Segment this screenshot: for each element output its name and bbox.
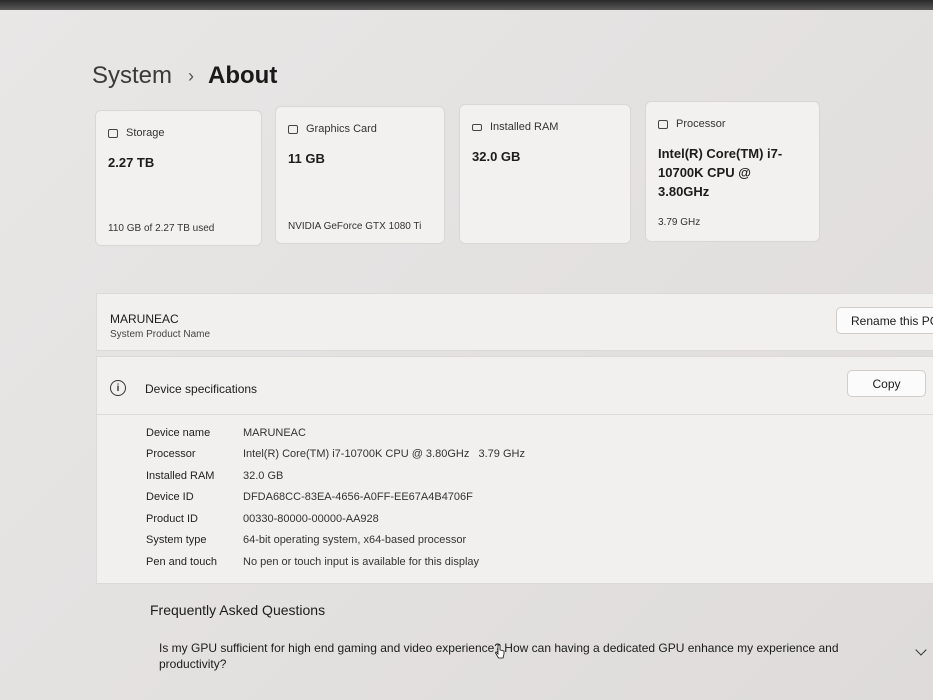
spec-value: Intel(R) Core(TM) i7-10700K CPU @ 3.80GH… — [243, 448, 525, 460]
processor-label: Processor — [676, 118, 726, 130]
graphics-value: 11 GB — [288, 151, 325, 166]
device-specs-panel: i Device specifications Device name MARU… — [96, 356, 933, 584]
spec-value: DFDA68CC-83EA-4656-A0FF-EE67A4B4706F — [243, 491, 473, 503]
spec-value: MARUNEAC — [243, 427, 306, 439]
graphics-model: NVIDIA GeForce GTX 1080 Ti — [288, 221, 422, 232]
faq-title: Frequently Asked Questions — [150, 602, 326, 618]
spec-value: No pen or touch input is available for t… — [243, 556, 480, 568]
device-name: MARUNEAC — [110, 312, 179, 326]
processor-speed: 3.79 GHz — [658, 217, 701, 228]
divider — [97, 414, 933, 415]
spec-label: Processor — [146, 448, 196, 460]
spec-label: Installed RAM — [146, 470, 215, 482]
graphics-label: Graphics Card — [306, 123, 377, 135]
storage-icon — [108, 128, 118, 138]
spec-value: 32.0 GB — [243, 470, 284, 482]
spec-label: System type — [146, 534, 207, 546]
device-product-name: System Product Name — [110, 329, 211, 340]
graphics-card-icon — [288, 124, 298, 134]
graphics-card: Graphics Card 11 GB NVIDIA GeForce GTX 1… — [275, 106, 445, 244]
device-specs-title: Device specifications — [145, 382, 258, 396]
ram-value: 32.0 GB — [472, 149, 521, 164]
chevron-down-icon[interactable] — [915, 644, 927, 656]
spec-value: 64-bit operating system, x64-based proce… — [243, 534, 467, 546]
spec-label: Device name — [146, 427, 211, 439]
spec-value: 00330-80000-00000-AA928 — [243, 513, 379, 525]
spec-label: Pen and touch — [146, 556, 217, 568]
processor-card: Processor Intel(R) Core(TM) i7-10700K CP… — [645, 101, 820, 242]
ram-label: Installed RAM — [490, 121, 559, 133]
copy-button[interactable]: Copy — [847, 370, 926, 397]
spec-label: Device ID — [146, 491, 194, 503]
storage-card: Storage 2.27 TB 110 GB of 2.27 TB used — [95, 110, 262, 246]
screen-bezel — [0, 0, 933, 10]
device-name-panel: MARUNEAC System Product Name — [96, 293, 933, 351]
storage-value: 2.27 TB — [108, 155, 155, 170]
info-icon: i — [110, 380, 126, 396]
storage-usage: 110 GB of 2.27 TB used — [108, 223, 215, 234]
processor-icon — [658, 119, 668, 129]
mouse-cursor-icon — [495, 644, 505, 659]
breadcrumb-separator: › — [188, 65, 195, 86]
breadcrumb: System › About — [92, 62, 277, 90]
faq-question[interactable]: Is my GPU sufficient for high end gaming… — [159, 640, 904, 672]
storage-label: Storage — [126, 127, 165, 139]
breadcrumb-system[interactable]: System — [92, 62, 172, 90]
ram-card: Installed RAM 32.0 GB — [459, 104, 631, 244]
ram-icon — [472, 123, 482, 131]
processor-value: Intel(R) Core(TM) i7-10700K CPU @ 3.80GH… — [658, 146, 783, 199]
rename-pc-button[interactable]: Rename this PC — [836, 307, 933, 334]
page-title: About — [208, 62, 278, 89]
spec-label: Product ID — [146, 513, 198, 525]
